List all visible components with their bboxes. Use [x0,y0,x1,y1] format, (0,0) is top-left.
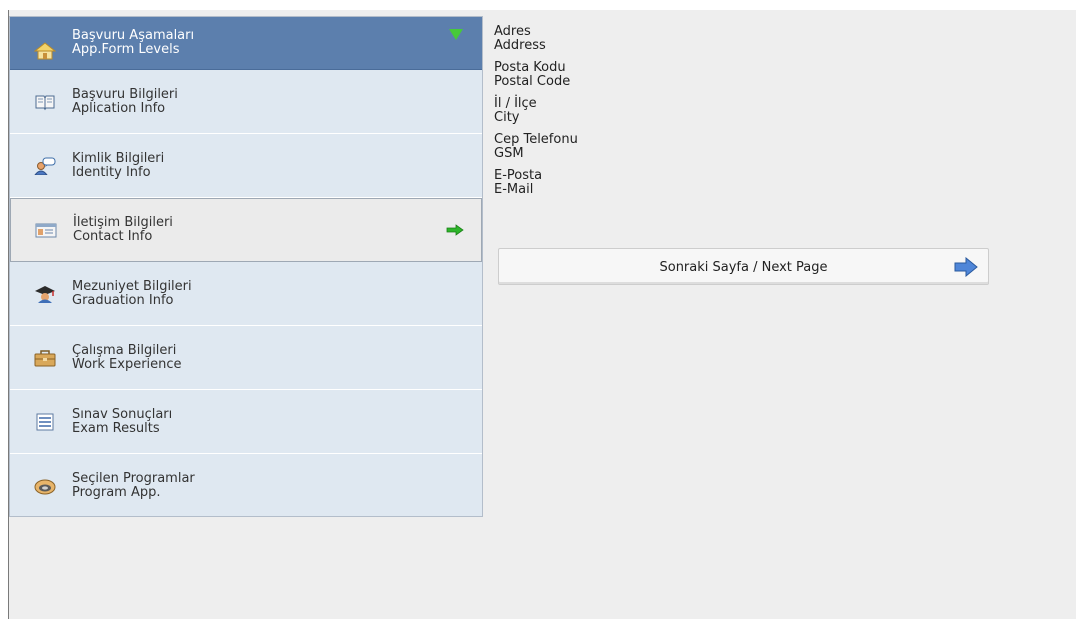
menu-item-label-en: Work Experience [72,356,182,372]
menu-item-text: İletişim Bilgileri Contact Info [73,216,173,244]
field-label-en: City [494,110,520,125]
field-label-tr: Adres [494,24,531,39]
menu-item-label-tr: Başvuru Bilgileri [72,86,178,102]
menu-item-label-tr: Çalışma Bilgileri [72,342,177,358]
field-label-tr: İl / İlçe [494,96,537,111]
next-page-button[interactable]: Sonraki Sayfa / Next Page [498,248,989,285]
field-label-tr: Posta Kodu [494,60,566,75]
next-page-button-label: Sonraki Sayfa / Next Page [659,260,828,275]
menu-header-title-tr: Başvuru Aşamaları [72,28,195,43]
menu-item-selected-programs[interactable]: Seçilen Programlar Program App. [10,454,482,518]
postal-code-label: Posta Kodu Postal Code [494,61,578,89]
contact-card-icon [35,221,57,239]
field-label-en: E-Mail [494,182,534,197]
menu-item-work-experience[interactable]: Çalışma Bilgileri Work Experience [10,326,482,390]
menu-item-label-tr: Kimlik Bilgileri [72,150,165,166]
menu-item-application-info[interactable]: Başvuru Bilgileri Aplication Info [10,70,482,134]
address-label: Adres Address [494,25,578,53]
city-label: İl / İlçe City [494,97,578,125]
menu-item-label-en: Exam Results [72,420,160,436]
menu-item-label-en: Identity Info [72,164,151,180]
field-label-en: Postal Code [494,74,571,89]
menu-item-label-tr: Sınav Sonuçları [72,406,173,422]
email-label: E-Posta E-Mail [494,169,578,197]
menu-header-text: Başvuru Aşamaları App.Form Levels [72,29,194,57]
menu-item-text: Seçilen Programlar Program App. [72,472,195,500]
menu-item-label-tr: İletişim Bilgileri [73,215,173,230]
page: Başvuru Aşamaları App.Form Levels Başvur… [0,0,1076,619]
application-steps-menu: Başvuru Aşamaları App.Form Levels Başvur… [9,16,483,517]
arrow-right-green-icon [446,224,464,240]
menu-item-label-tr: Seçilen Programlar [72,471,195,486]
triangle-down-icon [449,29,463,40]
menu-item-label-en: Aplication Info [72,100,166,116]
menu-item-label-tr: Mezuniyet Bilgileri [72,278,192,294]
menu-item-text: Sınav Sonuçları Exam Results [72,406,173,436]
field-label-tr: Cep Telefonu [494,132,578,147]
field-label-en: GSM [494,146,524,161]
graduation-cap-icon [34,285,56,303]
exam-sheet-icon [34,413,56,431]
menu-item-exam-results[interactable]: Sınav Sonuçları Exam Results [10,390,482,454]
menu-item-text: Başvuru Bilgileri Aplication Info [72,86,178,116]
menu-item-text: Kimlik Bilgileri Identity Info [72,150,165,180]
menu-item-label-en: Graduation Info [72,292,174,308]
menu-item-graduation-info[interactable]: Mezuniyet Bilgileri Graduation Info [10,262,482,326]
menu-item-text: Mezuniyet Bilgileri Graduation Info [72,278,192,308]
contact-field-list: Adres Address Posta Kodu Postal Code İl … [494,25,578,205]
arrow-right-icon [954,256,978,281]
field-label-tr: E-Posta [494,168,543,183]
menu-header-title-en: App.Form Levels [72,42,180,57]
menu-item-identity-info[interactable]: Kimlik Bilgileri Identity Info [10,134,482,198]
book-icon [34,93,56,111]
menu-item-text: Çalışma Bilgileri Work Experience [72,342,182,372]
menu-item-label-en: Program App. [72,485,161,500]
user-chat-icon [34,157,56,175]
menu-item-label-en: Contact Info [73,229,153,244]
menu-header: Başvuru Aşamaları App.Form Levels [10,17,482,70]
field-label-en: Address [494,38,546,53]
home-icon [34,42,56,60]
program-box-icon [34,477,56,495]
menu-item-contact-info[interactable]: İletişim Bilgileri Contact Info [10,198,482,262]
gsm-label: Cep Telefonu GSM [494,133,578,161]
briefcase-icon [34,349,56,367]
